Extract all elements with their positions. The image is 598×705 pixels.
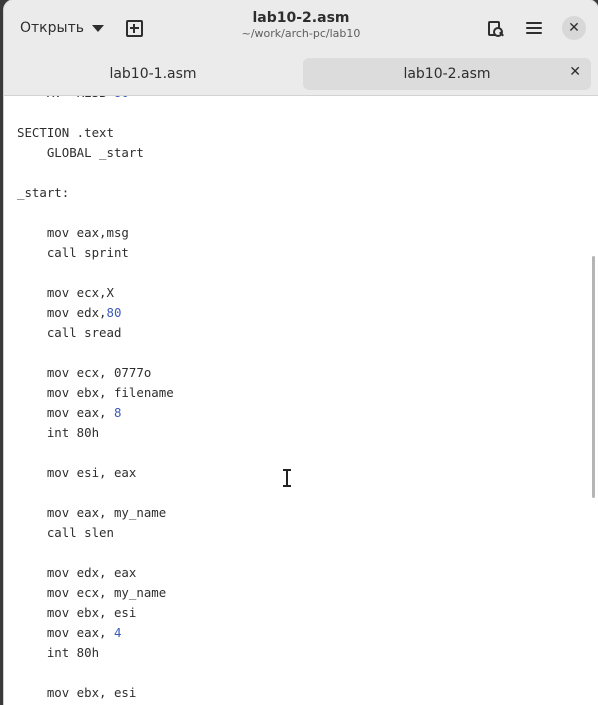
code-line: _start: — [17, 185, 70, 200]
code-line: mov ecx, 0777o — [17, 365, 152, 380]
code-line: mov eax,msg — [17, 225, 129, 240]
window-close-button[interactable]: ✕ — [559, 13, 589, 43]
main-menu-button[interactable] — [519, 13, 549, 43]
vertical-scrollbar[interactable] — [592, 256, 595, 498]
window-subtitle: ~/work/arch-pc/lab10 — [241, 27, 361, 40]
code-editor[interactable]: X: RESB 80 SECTION .text GLOBAL _start _… — [4, 96, 598, 705]
code-line: call slen — [17, 525, 114, 540]
document-search-icon — [488, 20, 504, 37]
chevron-down-icon — [91, 24, 104, 32]
code-line: int 80h — [17, 645, 100, 660]
tab-bar: lab10-1.asm lab10-2.asm ✕ — [4, 55, 598, 96]
tab-label: lab10-2.asm — [403, 66, 491, 82]
open-button-label: Открыть — [20, 20, 84, 36]
code-line: mov ebx, esi — [17, 685, 137, 700]
code-line: call sread — [17, 325, 122, 340]
code-line: mov edx,80 — [17, 305, 122, 320]
code-line: mov esi, eax — [17, 465, 137, 480]
code-line: mov eax, my_name — [17, 505, 167, 520]
tab-close-icon[interactable]: ✕ — [569, 64, 581, 80]
new-tab-button[interactable] — [120, 14, 148, 42]
code-line: int 80h — [17, 425, 100, 440]
text-editor-window: Открыть lab10-2.asm ~/work/arch-pc/lab10… — [4, 0, 598, 705]
tab-lab10-2[interactable]: lab10-2.asm ✕ — [303, 58, 591, 90]
new-tab-icon — [125, 19, 143, 37]
code-line: mov ecx, my_name — [17, 585, 167, 600]
code-line: mov edx, eax — [17, 565, 137, 580]
code-line: mov ebx, filename — [17, 385, 174, 400]
window-title-block: lab10-2.asm ~/work/arch-pc/lab10 — [194, 9, 408, 41]
text-cursor-icon — [282, 468, 292, 488]
open-button[interactable]: Открыть — [12, 14, 112, 42]
header-bar: Открыть lab10-2.asm ~/work/arch-pc/lab10… — [4, 0, 598, 55]
tab-label: lab10-1.asm — [109, 66, 197, 82]
code-line: mov eax, 4 — [17, 625, 122, 640]
code-text[interactable]: X: RESB 80 SECTION .text GLOBAL _start _… — [17, 96, 174, 703]
tab-lab10-1[interactable]: lab10-1.asm — [10, 58, 296, 90]
window-title: lab10-2.asm — [252, 10, 350, 26]
code-line: call sprint — [17, 245, 129, 260]
search-document-button[interactable] — [479, 13, 509, 43]
code-line: mov ecx,X — [17, 285, 114, 300]
code-line: mov eax, 8 — [17, 405, 122, 420]
close-icon: ✕ — [562, 16, 586, 40]
hamburger-menu-icon — [526, 22, 542, 34]
code-line: SECTION .text — [17, 125, 114, 140]
code-line: X: RESB 80 — [17, 96, 174, 103]
code-line: mov ebx, esi — [17, 605, 137, 620]
code-line: GLOBAL _start — [17, 145, 144, 160]
